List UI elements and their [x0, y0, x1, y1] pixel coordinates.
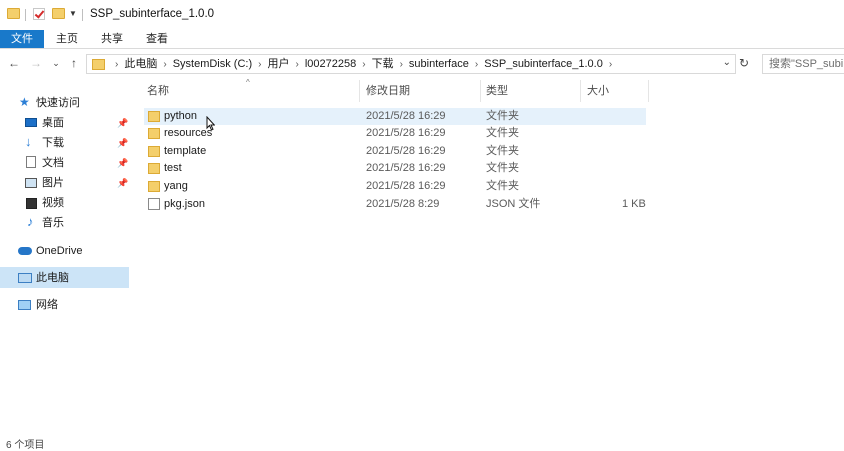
column-header-type[interactable]: 类型: [486, 80, 508, 102]
new-folder-icon[interactable]: [52, 8, 65, 19]
breadcrumb-subinterface[interactable]: subinterface: [409, 58, 469, 70]
window-title: SSP_subinterface_1.0.0: [90, 8, 215, 20]
folder-icon: [148, 146, 160, 157]
desktop-icon: [25, 118, 37, 127]
pin-icon[interactable]: 📌: [117, 138, 128, 149]
download-icon: ↓: [25, 134, 32, 149]
onedrive-icon: [18, 247, 32, 255]
folder-icon: [148, 128, 160, 139]
address-dropdown-icon[interactable]: ⌄: [723, 57, 731, 68]
breadcrumb-this-pc[interactable]: 此电脑: [124, 58, 157, 70]
divider: [25, 9, 26, 21]
file-row-pkg-json[interactable]: pkg.json 2021/5/28 8:29 JSON 文件 1 KB: [144, 196, 646, 213]
navigation-pane: ★ 快速访问 桌面 📌 ↓ 下载 📌 文档 📌 图片 📌 视频 ♪ 音乐 One…: [0, 88, 130, 444]
file-name: python: [164, 110, 198, 122]
recent-locations-icon[interactable]: ⌄: [48, 55, 64, 71]
chevron-right-icon[interactable]: ›: [163, 59, 166, 70]
computer-icon: [18, 273, 32, 283]
file-modified: 2021/5/28 8:29: [366, 198, 440, 210]
tab-view[interactable]: 查看: [146, 30, 168, 48]
breadcrumb-users[interactable]: 用户: [267, 58, 289, 70]
file-list: ^ 名称 修改日期 类型 大小 python 2021/5/28 16:29 文…: [140, 78, 844, 444]
file-row-resources[interactable]: resources 2021/5/28 16:29 文件夹: [144, 125, 646, 142]
column-divider[interactable]: [580, 80, 581, 102]
music-icon: ♪: [27, 214, 34, 229]
file-modified: 2021/5/28 16:29: [366, 110, 446, 122]
folder-icon: [7, 8, 20, 19]
file-modified: 2021/5/28 16:29: [366, 162, 446, 174]
file-type: JSON 文件: [486, 198, 541, 210]
column-header-size[interactable]: 大小: [587, 80, 609, 102]
chevron-right-icon[interactable]: ›: [258, 59, 261, 70]
breadcrumb: › 此电脑 › SystemDisk (C:) › 用户 › l00272258 › 下载 › sub…: [109, 55, 618, 73]
ribbon-tabs: 文件 主页 共享 查看: [0, 30, 844, 49]
file-modified: 2021/5/28 16:29: [366, 180, 446, 192]
address-bar[interactable]: › 此电脑 › SystemDisk (C:) › 用户 › l00272258 › 下载 › sub…: [86, 54, 736, 74]
chevron-right-icon[interactable]: ›: [362, 59, 365, 70]
file-type: 文件夹: [486, 180, 519, 192]
breadcrumb-system-disk[interactable]: SystemDisk (C:): [173, 58, 252, 70]
star-icon: ★: [19, 95, 30, 109]
file-modified: 2021/5/28 16:29: [366, 127, 446, 139]
title-bar: ▼ SSP_subinterface_1.0.0: [0, 0, 844, 30]
file-type: 文件夹: [486, 127, 519, 139]
network-icon: [18, 300, 31, 310]
file-name: yang: [164, 180, 188, 192]
search-placeholder: 搜索"SSP_subint: [769, 58, 844, 70]
breadcrumb-user[interactable]: l00272258: [305, 58, 356, 70]
file-type: 文件夹: [486, 162, 519, 174]
file-size: 1 KB: [622, 198, 646, 210]
file-modified: 2021/5/28 16:29: [366, 145, 446, 157]
pin-icon[interactable]: 📌: [117, 118, 128, 129]
chevron-right-icon: ›: [115, 59, 119, 70]
pin-icon[interactable]: 📌: [117, 178, 128, 189]
chevron-right-icon[interactable]: ›: [475, 59, 478, 70]
breadcrumb-downloads[interactable]: 下载: [372, 58, 394, 70]
file-row-python[interactable]: python 2021/5/28 16:29 文件夹: [144, 108, 646, 125]
back-button[interactable]: ←: [6, 55, 22, 71]
search-input[interactable]: 搜索"SSP_subint: [762, 54, 844, 74]
column-divider[interactable]: [480, 80, 481, 102]
sort-ascending-icon: ^: [246, 78, 250, 87]
picture-icon: [25, 178, 37, 188]
breadcrumb-current-folder[interactable]: SSP_subinterface_1.0.0: [484, 58, 603, 70]
navigation-bar: ← → ⌄ ↑ › 此电脑 › SystemDisk (C:) › 用户 › l0027225…: [0, 52, 844, 76]
file-name: template: [164, 145, 207, 157]
chevron-right-icon[interactable]: ›: [400, 59, 403, 70]
file-name: test: [164, 162, 182, 174]
pin-icon[interactable]: 📌: [117, 158, 128, 169]
file-type: 文件夹: [486, 110, 519, 122]
quick-access-dropdown-icon[interactable]: ▼: [69, 9, 77, 18]
forward-button[interactable]: →: [28, 55, 44, 71]
properties-icon[interactable]: [33, 8, 45, 20]
tab-share[interactable]: 共享: [100, 30, 124, 48]
file-row-yang[interactable]: yang 2021/5/28 16:29 文件夹: [144, 178, 646, 195]
column-divider[interactable]: [359, 80, 360, 102]
divider: [82, 9, 83, 21]
video-icon: [26, 198, 37, 209]
folder-icon: [148, 163, 160, 174]
file-type: 文件夹: [486, 145, 519, 157]
file-name: pkg.json: [164, 198, 205, 210]
file-row-test[interactable]: test 2021/5/28 16:29 文件夹: [144, 160, 646, 177]
up-button[interactable]: ↑: [66, 55, 82, 71]
file-row-template[interactable]: template 2021/5/28 16:29 文件夹: [144, 143, 646, 160]
tab-file[interactable]: 文件: [0, 30, 44, 48]
mouse-cursor-icon: [206, 116, 215, 131]
document-icon: [26, 156, 36, 168]
column-header-name[interactable]: 名称: [147, 80, 169, 102]
file-icon: [148, 198, 160, 210]
chevron-right-icon[interactable]: ›: [295, 59, 298, 70]
tab-home[interactable]: 主页: [56, 30, 78, 48]
folder-icon: [148, 111, 160, 122]
refresh-button[interactable]: ↻: [736, 55, 752, 71]
folder-icon: [148, 181, 160, 192]
column-divider[interactable]: [648, 80, 649, 102]
column-header-modified[interactable]: 修改日期: [366, 80, 410, 102]
folder-icon: [92, 59, 105, 70]
chevron-right-icon[interactable]: ›: [609, 59, 612, 70]
